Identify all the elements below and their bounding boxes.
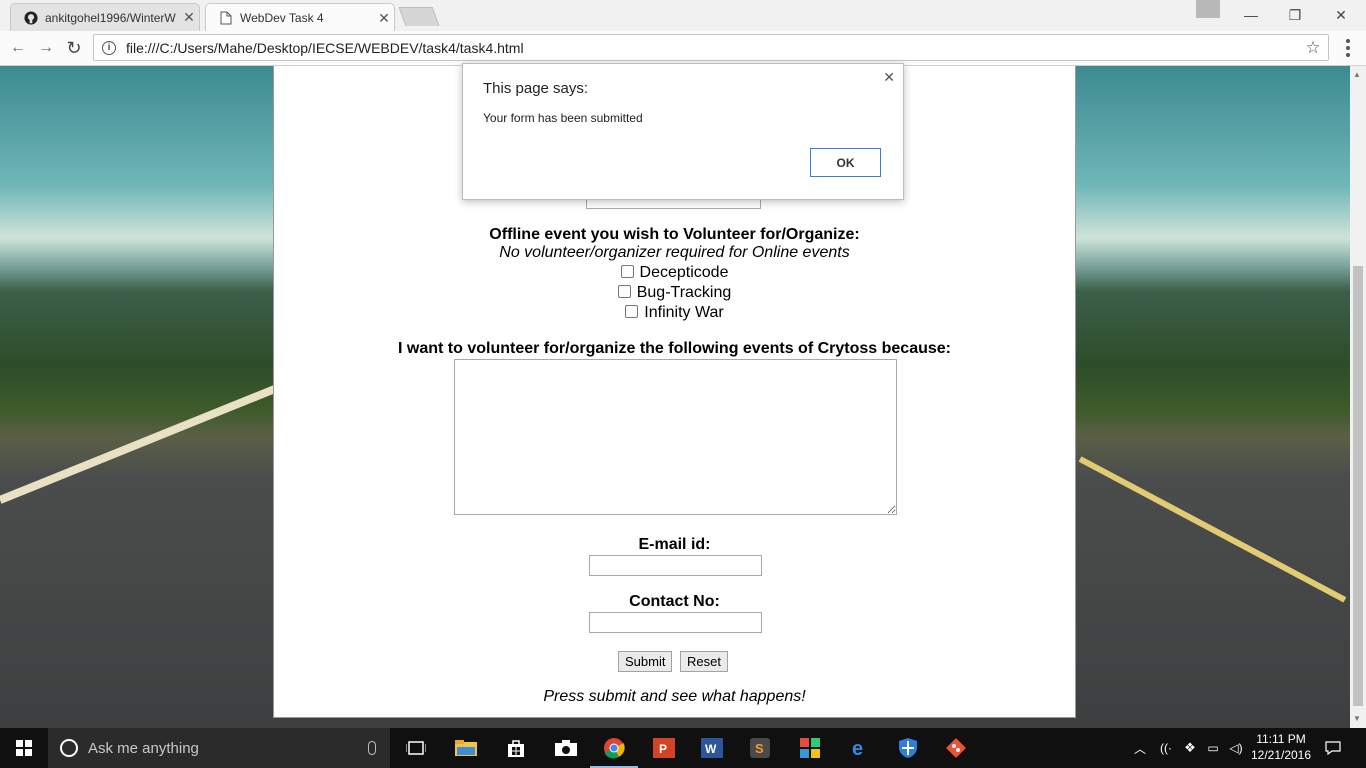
- close-tab-icon[interactable]: ✕: [179, 9, 199, 26]
- url-text[interactable]: file:///C:/Users/Mahe/Desktop/IECSE/WEBD…: [126, 40, 1298, 56]
- chrome-icon[interactable]: [594, 728, 634, 768]
- svg-text:S: S: [755, 741, 764, 756]
- cortana-icon: [60, 739, 78, 757]
- close-icon[interactable]: ✕: [883, 69, 895, 86]
- cortana-search[interactable]: Ask me anything: [48, 728, 390, 768]
- volume-icon[interactable]: ◁): [1226, 728, 1246, 768]
- tagline: Press submit and see what happens!: [543, 688, 806, 705]
- sublime-text-icon[interactable]: S: [740, 728, 780, 768]
- bookmark-star-icon[interactable]: ☆: [1298, 38, 1328, 58]
- tab-webdev-task4[interactable]: WebDev Task 4 ✕: [205, 3, 395, 32]
- clock-date: 12/21/2016: [1250, 748, 1312, 762]
- svg-text:W: W: [705, 742, 717, 756]
- dialog-message: Your form has been submitted: [483, 111, 643, 125]
- task-view-icon[interactable]: [396, 728, 436, 768]
- reload-icon[interactable]: ↻: [62, 36, 86, 60]
- store-icon[interactable]: [496, 728, 536, 768]
- contact-label: Contact No:: [629, 593, 720, 610]
- svg-text:P: P: [659, 742, 667, 756]
- battery-icon[interactable]: ▭: [1203, 728, 1223, 768]
- ok-button[interactable]: OK: [810, 148, 881, 177]
- restore-icon[interactable]: ❐: [1272, 0, 1318, 30]
- word-icon[interactable]: W: [692, 728, 732, 768]
- event-option-label: Bug-Tracking: [636, 284, 732, 301]
- browser-menu-icon[interactable]: [1340, 39, 1356, 57]
- windows-start-icon[interactable]: [0, 728, 48, 768]
- document-icon: [218, 10, 234, 26]
- email-input[interactable]: [589, 555, 762, 576]
- event-option-label: Infinity War: [644, 304, 724, 321]
- clock-time: 11:11 PM: [1256, 732, 1306, 746]
- scroll-down-icon[interactable]: ▼: [1353, 714, 1361, 723]
- git-icon[interactable]: [936, 728, 976, 768]
- address-bar[interactable]: i file:///C:/Users/Mahe/Desktop/IECSE/WE…: [93, 34, 1329, 61]
- scrollbar-thumb[interactable]: [1353, 266, 1363, 706]
- checkbox[interactable]: [617, 284, 631, 298]
- email-label: E-mail id:: [638, 536, 711, 553]
- event-note: No volunteer/organizer required for Onli…: [499, 244, 850, 261]
- dropbox-icon[interactable]: ❖: [1180, 728, 1200, 768]
- alert-dialog: This page says: ✕ Your form has been sub…: [462, 63, 904, 200]
- github-icon: [23, 10, 39, 26]
- event-label: Offline event you wish to Volunteer for/…: [489, 226, 860, 243]
- event-option[interactable]: Decepticode: [274, 264, 1075, 282]
- event-option[interactable]: Bug-Tracking: [274, 284, 1075, 302]
- windows-taskbar: Ask me anything P W S e ︿ ((· ❖ ▭ ◁) 11:…: [0, 728, 1366, 768]
- dialog-title: This page says:: [483, 80, 589, 97]
- reason-label: I want to volunteer for/organize the fol…: [398, 340, 951, 357]
- browser-toolbar: ← → ↻ i file:///C:/Users/Mahe/Desktop/IE…: [0, 31, 1366, 66]
- reset-button[interactable]: Reset: [680, 651, 728, 672]
- background-road-line: [1078, 456, 1347, 603]
- minimize-icon[interactable]: —: [1228, 0, 1274, 30]
- info-icon[interactable]: i: [102, 40, 116, 55]
- close-tab-icon[interactable]: ✕: [374, 10, 394, 27]
- tab-title: ankitgohel1996/WinterW: [45, 10, 176, 25]
- browser-titlebar: ankitgohel1996/WinterW ✕ WebDev Task 4 ✕…: [0, 0, 1366, 32]
- profile-icon[interactable]: [1196, 0, 1220, 18]
- checkbox[interactable]: [625, 304, 639, 318]
- checkbox[interactable]: [620, 264, 634, 278]
- event-option[interactable]: Infinity War: [274, 304, 1075, 322]
- tab-github[interactable]: ankitgohel1996/WinterW ✕: [10, 3, 200, 31]
- background-road-line: [0, 383, 280, 504]
- office-icon[interactable]: [790, 728, 830, 768]
- tab-title: WebDev Task 4: [240, 11, 324, 25]
- defender-icon[interactable]: [888, 728, 928, 768]
- svg-text:e: e: [852, 738, 863, 758]
- submit-button[interactable]: Submit: [618, 651, 673, 672]
- new-tab-button[interactable]: [398, 7, 440, 26]
- reason-textarea[interactable]: [454, 359, 897, 515]
- page-scrollbar[interactable]: ▲ ▼: [1350, 66, 1366, 728]
- file-explorer-icon[interactable]: [446, 728, 486, 768]
- search-placeholder: Ask me anything: [88, 739, 199, 757]
- chevron-up-icon[interactable]: ︿: [1130, 728, 1150, 768]
- close-window-icon[interactable]: ✕: [1318, 0, 1364, 30]
- event-option-label: Decepticode: [639, 264, 729, 281]
- scroll-up-icon[interactable]: ▲: [1353, 70, 1361, 79]
- microphone-icon[interactable]: [368, 741, 376, 755]
- system-clock[interactable]: 11:11 PM 12/21/2016: [1248, 731, 1314, 763]
- camera-icon[interactable]: [546, 728, 586, 768]
- contact-input[interactable]: [589, 612, 762, 633]
- edge-icon[interactable]: e: [840, 728, 880, 768]
- forward-icon[interactable]: →: [34, 36, 58, 60]
- notification-icon[interactable]: [1320, 728, 1346, 768]
- wifi-icon[interactable]: ((·: [1156, 728, 1176, 768]
- back-icon[interactable]: ←: [6, 36, 30, 60]
- powerpoint-icon[interactable]: P: [644, 728, 684, 768]
